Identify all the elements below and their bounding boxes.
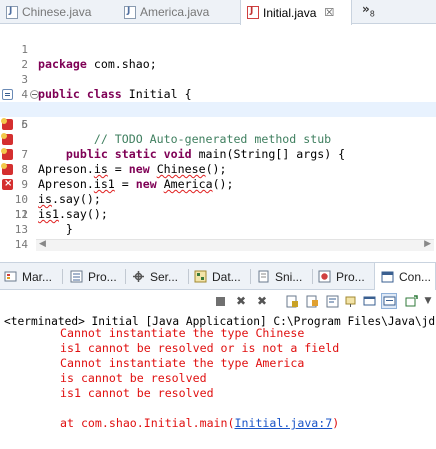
console-stack-trace: at com.shao.Initial.main(Initial.java:7) [60,416,339,431]
display-console-icon [363,296,375,305]
properties-icon [70,270,83,283]
display-selected-console-button[interactable] [361,293,377,309]
tab-snippets[interactable]: Sni... [257,263,302,290]
console-dropdown-button[interactable]: ▼ [420,293,436,309]
clear-console-button[interactable] [284,293,300,309]
tab-overflow-button[interactable]: »8 [362,2,375,18]
tab-chinese-java[interactable]: Chinese.java [0,0,118,24]
error-quickfix-icon[interactable] [1,163,13,175]
line-number: 14 [14,238,28,251]
code-line: 7 Apreson.is = new Chinese(); [0,117,436,176]
show-console-icon [383,296,395,305]
code-line: 11 } [0,176,436,236]
tab-label: Pro... [336,269,365,284]
tab-servers[interactable]: Ser... [132,263,178,290]
close-tab-icon[interactable]: ☒ [324,6,334,19]
tab-data-source-explorer[interactable]: Dat... [194,263,241,290]
console-error-line: is1 cannot be resolved or is not a field [60,341,340,355]
chevron-down-icon: ▼ [424,296,432,306]
error-quickfix-icon[interactable] [1,118,13,130]
tab-markers[interactable]: Mar... [4,263,52,290]
tab-divider [62,269,63,284]
open-console-button[interactable] [403,293,419,309]
console-error-line: Cannot instantiate the type America [60,356,305,370]
pin-console-button[interactable] [342,293,358,309]
tab-label: Initial.java [263,5,317,20]
error-marker-icon[interactable] [2,176,13,191]
terminate-button[interactable] [212,293,228,309]
tab-label: Con... [399,270,432,284]
code-line: 14 [0,222,436,251]
tab-label: Chinese.java [22,5,92,19]
java-file-icon [124,5,136,19]
show-console-on-output-button[interactable] [381,293,397,309]
code-editor[interactable]: 1 package com.shao; 2 3 public class Ini… [0,25,436,253]
code-line: 5 public static void main(String[] args)… [0,87,436,161]
tab-divider [125,269,126,284]
code-line: 9 is.say(); [0,147,436,206]
tab-divider [312,269,313,284]
horizontal-scrollbar[interactable]: ◀ ▶ [36,239,434,251]
tab-label: Pro... [88,269,117,284]
stack-trace-text: ) [332,416,340,430]
clear-console-icon [286,295,298,307]
console-toolbar: ✖ ✖ ▼ [0,290,436,312]
snippets-icon [258,270,269,283]
remove-icon: ✖ [235,294,247,308]
scroll-lock-button[interactable] [304,293,320,309]
console-error-line: is cannot be resolved [60,371,207,385]
code-line: 10 is1.say(); [0,162,436,221]
code-line: 12 [0,192,436,221]
editor-tab-bar: Chinese.java America.java Initial.java ☒… [0,0,436,25]
tab-problems[interactable]: Pro... [318,263,365,290]
overflow-count: 8 [369,9,375,19]
stack-trace-text: at com.shao.Initial.main( [60,416,235,430]
console-icon [381,271,394,282]
code-line: 4 [0,72,436,101]
tab-label: Dat... [212,269,241,284]
tab-divider [250,269,251,284]
views-tab-bar: Mar... Pro... Ser... Dat... Sni... Pro..… [0,262,436,291]
code-line: 1 package com.shao; [0,27,436,71]
error-quickfix-icon[interactable] [1,133,13,145]
new-console-icon [405,294,418,306]
code-line-current: 6 // TODO Auto-generated method stub [0,102,436,146]
code-line: 3 public class Initial { [0,57,436,101]
java-file-icon [6,5,18,19]
data-source-icon [194,270,207,283]
word-wrap-button[interactable] [324,293,340,309]
pin-icon [345,296,355,307]
stop-icon [215,296,225,306]
tab-label: America.java [140,5,210,19]
override-marker-icon[interactable] [2,89,13,100]
tab-properties[interactable]: Pro... [70,263,117,290]
console-error-line: is1 cannot be resolved [60,386,214,400]
stack-trace-link[interactable]: Initial.java:7 [235,416,333,430]
code-line: 2 [0,42,436,71]
scroll-lock-icon [306,295,318,307]
scroll-left-icon[interactable]: ◀ [39,239,46,249]
java-file-error-icon [247,6,259,19]
tab-label: Sni... [275,269,303,284]
markers-icon [4,271,17,282]
console-error-line: Cannot instantiate the type Chinese [60,326,305,340]
remove-launch-button[interactable]: ✖ [233,293,249,309]
tab-console[interactable]: Con... [374,263,436,291]
tab-divider [188,269,189,284]
word-wrap-icon [326,295,338,307]
servers-icon [133,271,144,282]
tab-label: Ser... [150,269,179,284]
error-quickfix-icon[interactable] [1,148,13,160]
code-line: 8 Apreson.is1 = new America(); [0,132,436,191]
chevron-double-right-icon: » [362,2,370,16]
problems-icon [318,270,331,283]
tab-label: Mar... [22,269,53,284]
remove-all-terminated-button[interactable]: ✖ [254,293,270,309]
code-line: 13 } [0,207,436,251]
fold-collapse-icon[interactable] [30,90,39,99]
tab-initial-java[interactable]: Initial.java ☒ [240,0,352,25]
tab-america-java[interactable]: America.java [118,0,240,24]
scroll-right-icon[interactable]: ▶ [424,239,431,249]
remove-all-icon: ✖ [256,294,268,308]
